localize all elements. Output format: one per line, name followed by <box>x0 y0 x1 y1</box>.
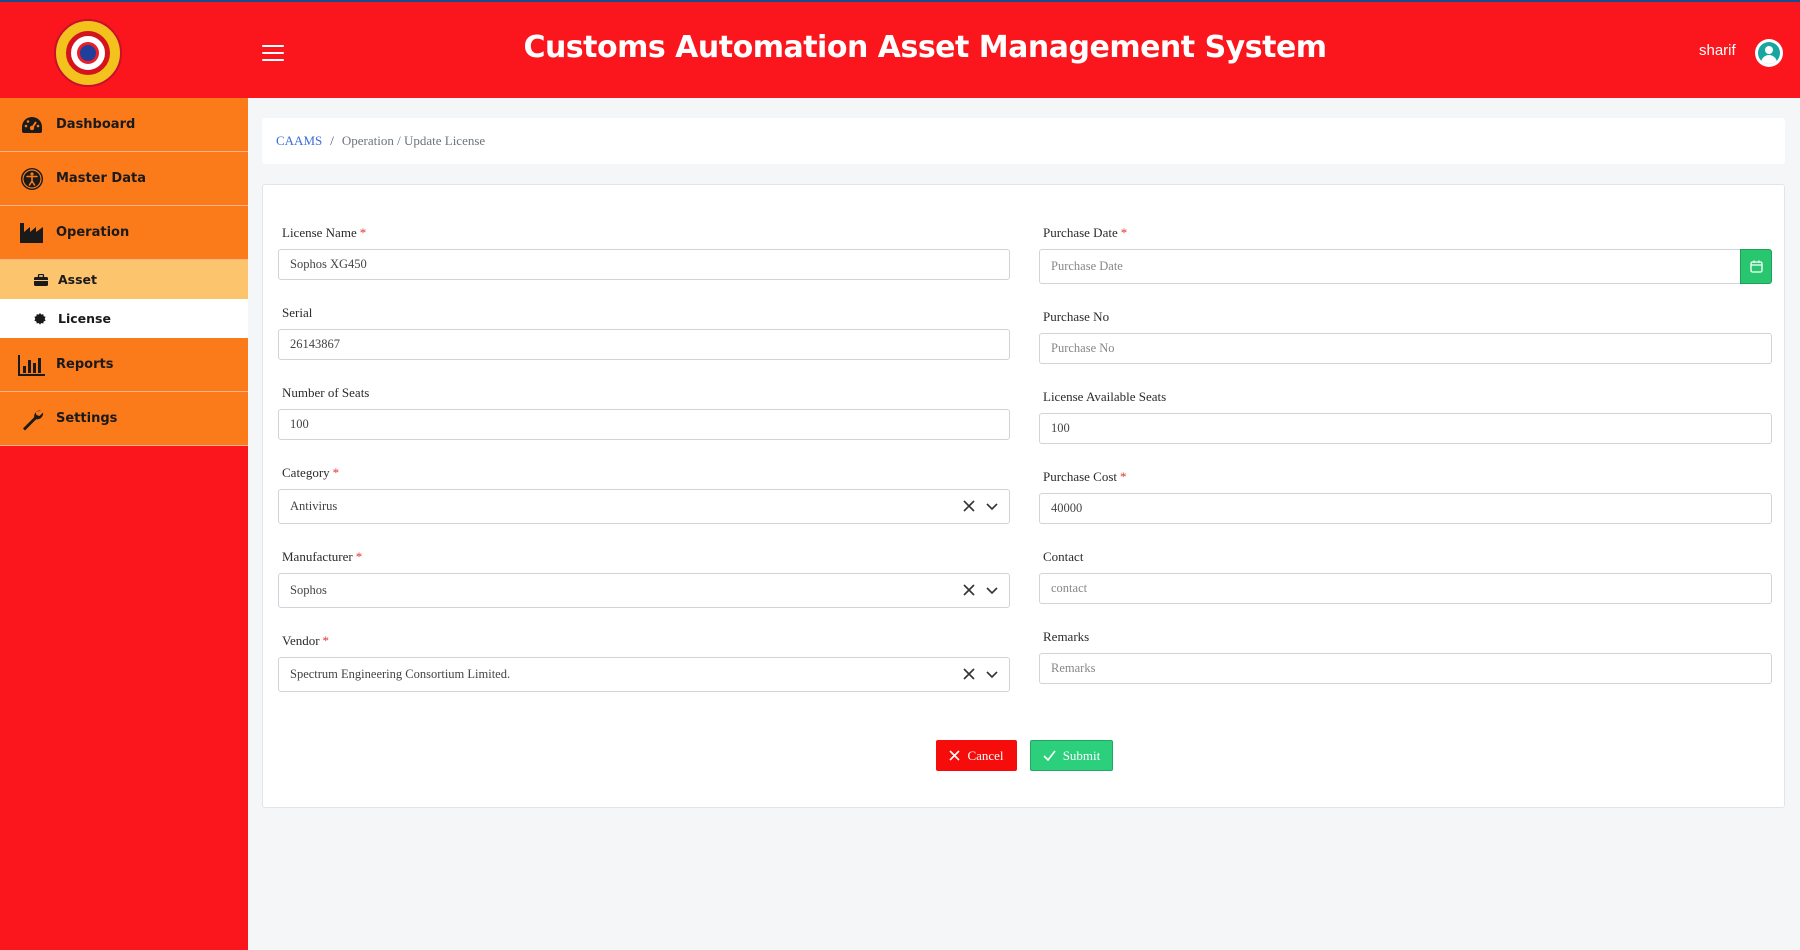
sidebar-subitem-license[interactable]: License <box>0 299 248 338</box>
manufacturer-select[interactable]: Sophos <box>278 573 1010 608</box>
category-label: Category * <box>282 465 340 480</box>
purchase-no-label: Purchase No <box>1043 309 1110 324</box>
manufacturer-selected-value: Sophos <box>290 583 327 597</box>
chevron-down-icon[interactable] <box>985 669 999 681</box>
dashboard-icon <box>18 112 46 138</box>
cancel-button[interactable]: Cancel <box>936 740 1017 771</box>
sidebar-subitem-label: Asset <box>58 272 98 287</box>
clear-icon[interactable] <box>962 667 976 681</box>
vendor-select[interactable]: Spectrum Engineering Consortium Limited. <box>278 657 1010 692</box>
close-icon <box>949 750 961 761</box>
sidebar-subitem-asset[interactable]: Asset <box>0 260 248 299</box>
sidebar-item-operation[interactable]: Operation <box>0 206 248 260</box>
user-name[interactable]: sharif <box>1699 42 1736 59</box>
breadcrumb: CAAMS / Operation / Update License <box>262 118 1785 164</box>
sidebar-item-settings[interactable]: Settings <box>0 392 248 446</box>
sidebar-item-dashboard[interactable]: Dashboard <box>0 98 248 152</box>
license-available-seats-label: License Available Seats <box>1043 389 1167 404</box>
app-title: Customs Automation Asset Management Syst… <box>523 30 1327 65</box>
license-name-input[interactable]: Sophos XG450 <box>278 249 1010 280</box>
accessibility-icon <box>18 166 46 192</box>
serial-label: Serial <box>282 305 313 320</box>
badge-icon <box>34 312 50 325</box>
sidebar-item-label: Operation <box>56 225 130 240</box>
factory-icon <box>18 220 46 246</box>
sidebar-item-reports[interactable]: Reports <box>0 338 248 392</box>
user-avatar-icon[interactable] <box>1755 39 1783 67</box>
breadcrumb-path: Operation / Update License <box>341 133 486 148</box>
top-header: Customs Automation Asset Management Syst… <box>0 0 1800 98</box>
briefcase-icon <box>34 273 50 286</box>
cancel-button-label: Cancel <box>967 747 1004 763</box>
manufacturer-label: Manufacturer * <box>282 549 363 564</box>
sidebar-item-label: Dashboard <box>56 117 136 132</box>
purchase-cost-input[interactable]: 40000 <box>1039 493 1772 524</box>
submit-button[interactable]: Submit <box>1030 740 1113 771</box>
contact-label: Contact <box>1043 549 1084 564</box>
number-of-seats-label: Number of Seats <box>282 385 370 400</box>
purchase-date-input[interactable]: Purchase Date <box>1039 249 1741 284</box>
clear-icon[interactable] <box>962 499 976 513</box>
sidebar-item-label: Settings <box>56 411 118 426</box>
sidebar-subitem-label: License <box>58 311 111 326</box>
chevron-down-icon[interactable] <box>985 501 999 513</box>
number-of-seats-input[interactable]: 100 <box>278 409 1010 440</box>
license-name-label: License Name * <box>282 225 367 240</box>
remarks-label: Remarks <box>1043 629 1090 644</box>
calendar-button[interactable] <box>1740 249 1772 284</box>
purchase-cost-label: Purchase Cost * <box>1043 469 1127 484</box>
check-icon <box>1043 750 1056 761</box>
category-selected-value: Antivirus <box>290 499 338 513</box>
submit-button-label: Submit <box>1062 747 1101 763</box>
category-select[interactable]: Antivirus <box>278 489 1010 524</box>
serial-input[interactable]: 26143867 <box>278 329 1010 360</box>
vendor-label: Vendor * <box>282 633 330 648</box>
remarks-input[interactable]: Remarks <box>1039 653 1772 684</box>
calendar-icon <box>1749 260 1763 273</box>
purchase-no-input[interactable]: Purchase No <box>1039 333 1772 364</box>
update-license-form: License Name * Sophos XG450 Serial 261438… <box>262 184 1785 808</box>
sidebar: Dashboard Master Data Operation Asset Li… <box>0 98 248 950</box>
vendor-selected-value: Spectrum Engineering Consortium Limited. <box>290 667 511 681</box>
purchase-date-label: Purchase Date * <box>1043 225 1128 240</box>
breadcrumb-root-link[interactable]: CAAMS <box>276 133 322 149</box>
breadcrumb-separator: / <box>330 133 334 148</box>
contact-input[interactable]: contact <box>1039 573 1772 604</box>
chevron-down-icon[interactable] <box>985 585 999 597</box>
bar-chart-icon <box>18 352 46 378</box>
wrench-icon <box>18 406 46 432</box>
sidebar-item-master-data[interactable]: Master Data <box>0 152 248 206</box>
sidebar-item-label: Reports <box>56 357 114 372</box>
license-available-seats-input[interactable]: 100 <box>1039 413 1772 444</box>
sidebar-item-label: Master Data <box>56 171 146 186</box>
clear-icon[interactable] <box>962 583 976 597</box>
